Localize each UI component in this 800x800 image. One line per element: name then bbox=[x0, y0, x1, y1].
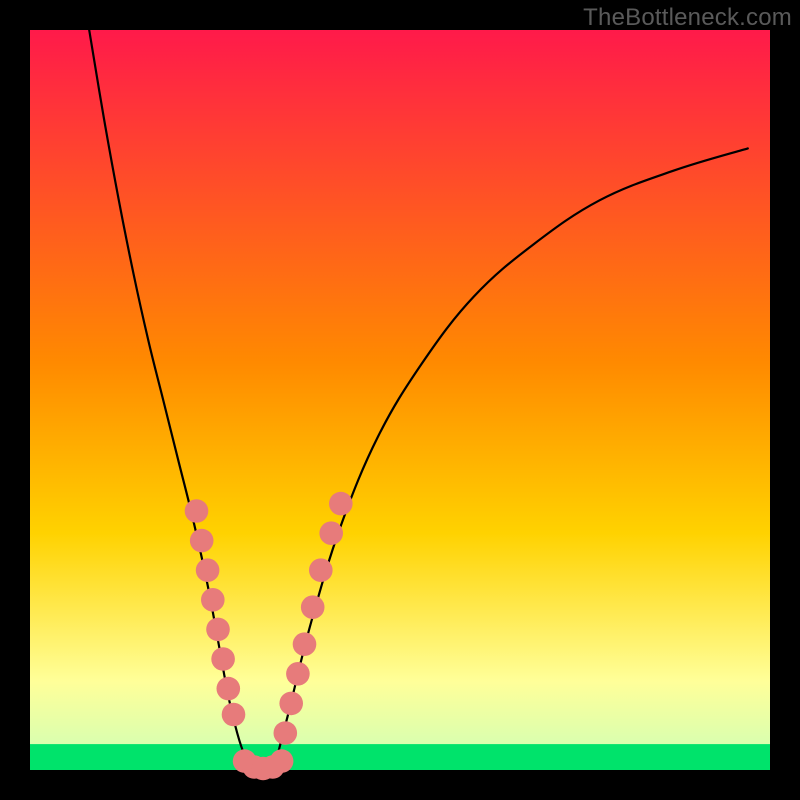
curve-dot bbox=[190, 529, 214, 553]
curve-dot bbox=[279, 692, 303, 716]
curve-dot bbox=[286, 662, 310, 686]
curve-dot bbox=[293, 632, 317, 656]
curve-dot bbox=[270, 749, 294, 773]
chart-stage: TheBottleneck.com bbox=[0, 0, 800, 800]
curve-dot bbox=[222, 703, 246, 727]
curve-dot bbox=[206, 618, 230, 642]
plot-background bbox=[30, 30, 770, 770]
curve-dot bbox=[211, 647, 235, 671]
curve-dot bbox=[274, 721, 298, 745]
curve-dot bbox=[196, 558, 220, 582]
chart-svg bbox=[0, 0, 800, 800]
green-band bbox=[30, 744, 770, 770]
curve-dot bbox=[309, 558, 333, 582]
watermark-text: TheBottleneck.com bbox=[583, 4, 792, 32]
curve-dot bbox=[319, 521, 343, 545]
curve-dot bbox=[301, 595, 325, 619]
curve-dot bbox=[201, 588, 225, 612]
curve-dot bbox=[329, 492, 353, 516]
curve-dot bbox=[217, 677, 241, 701]
curve-dot bbox=[185, 499, 209, 523]
